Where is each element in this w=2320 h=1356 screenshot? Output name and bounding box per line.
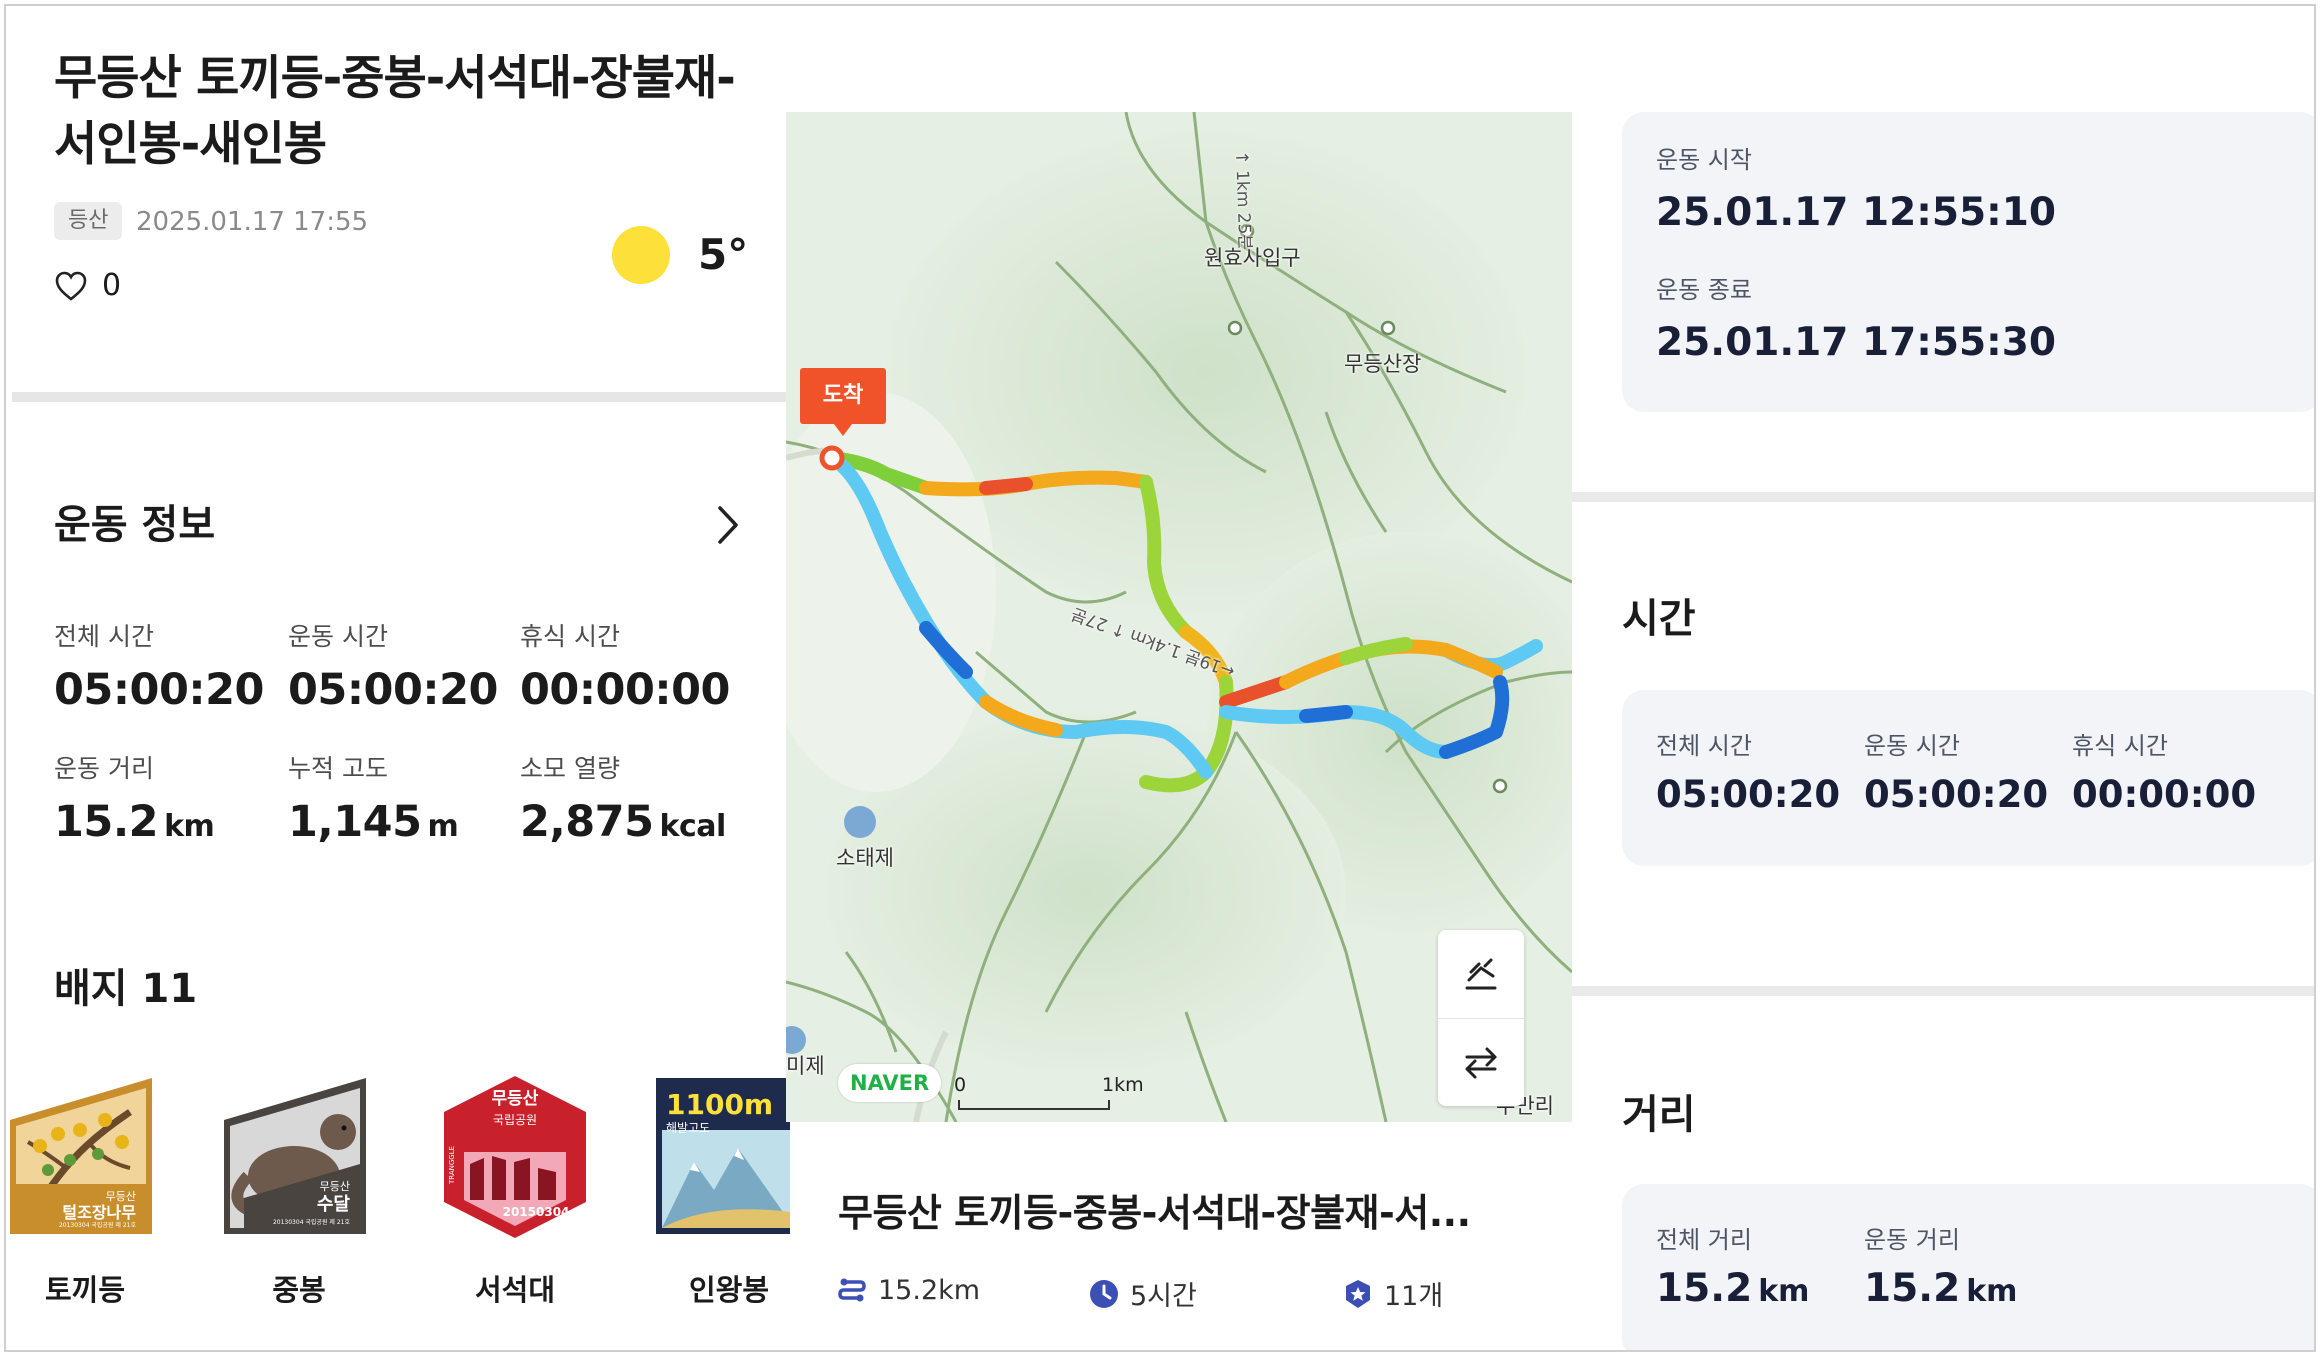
stat-label: 누적 고도 [288,754,388,783]
exercise-info-title: 운동 정보 [54,502,216,548]
like-button[interactable]: 0 [54,268,121,303]
time-range-card: 운동 시작 25.01.17 12:55:10 운동 종료 25.01.17 1… [1622,112,2314,412]
time-label: 휴식 시간 [2072,732,2168,760]
road-label: ↑ 1km 25분 [1231,150,1255,251]
badge-name-jungbong[interactable]: 중봉 [214,1270,384,1310]
elevation-toggle-button[interactable] [1438,930,1524,1018]
badge-text: 수달 [317,1194,351,1215]
stat-value: 00:00:00 [520,665,730,715]
time-card: 전체 시간 05:00:20 운동 시간 05:00:20 휴식 시간 00:0… [1622,690,2314,866]
naver-logo: NAVER [838,1064,942,1102]
distance-section-title: 거리 [1622,1092,1696,1138]
category-badge: 등산 [54,202,123,240]
activity-datetime: 2025.01.17 17:55 [136,207,369,237]
badge-small-text: 20130304 국립공원 제 21호 [273,1218,350,1226]
badge-text: 해발고도 [666,1121,710,1135]
map-label: 소태제 [836,846,894,870]
time-value: 00:00:00 [2072,773,2257,816]
elevation-icon [1465,958,1497,990]
stat-label: 운동 거리 [54,754,154,783]
badge-name-inwangbong[interactable]: 인왕봉 [644,1270,814,1310]
stat-value: 2,875 kcal [520,797,726,847]
stat-elevation: 누적 고도 1,145 m [288,752,498,855]
badge-text-top: 무등산 [492,1089,539,1109]
distance-label: 전체 거리 [1656,1226,1752,1254]
map-label: 미제 [786,1054,825,1078]
route-duration: 5시간 [1088,1274,1197,1313]
scale-km: 1km [1102,1074,1144,1096]
badges-title: 배지 11 [54,966,198,1012]
route-summary-card[interactable]: 무등산 토끼등-중봉-서석대-장불재-서... 15.2km 5시간 11개 [798,1122,1568,1350]
divider [1572,492,2314,502]
stat-label: 소모 열량 [520,754,620,783]
start-label: 운동 시작 [1656,146,1752,174]
badge-name-tokkideung[interactable]: 토끼등 [6,1270,170,1310]
badge-text-top: 무등산 [106,1190,136,1203]
right-panel: 운동 시작 25.01.17 12:55:10 운동 종료 25.01.17 1… [1572,6,2314,1350]
badge-small-text: 20150304 [503,1205,570,1219]
badge-text: 털조장나무 [62,1203,136,1222]
route-title: 무등산 토끼등-중봉-서석대-장불재-서... [838,1191,1471,1235]
start-value: 25.01.17 12:55:10 [1656,190,2057,235]
end-value: 25.01.17 17:55:30 [1656,320,2057,365]
stat-rest-time: 휴식 시간 00:00:00 [520,620,730,718]
stat-value: 15.2 km [54,797,215,847]
stat-value: 1,145 m [288,797,459,847]
time-value: 05:00:20 [1864,773,2049,816]
end-label: 운동 종료 [1656,276,1752,304]
badge-text-top: 1100m [666,1088,773,1121]
badge-name-seoseokdae[interactable]: 서석대 [430,1270,600,1310]
time-label: 운동 시간 [1864,732,1960,760]
badge-small-text: 20130304 국립공원 제 21호 [59,1221,136,1229]
distance-value: 15.2 km [1864,1266,2018,1311]
stat-label: 전체 시간 [54,622,154,651]
stat-total-time: 전체 시간 05:00:20 [54,620,264,718]
route-distance: 15.2km [836,1274,980,1306]
time-value: 05:00:20 [1656,773,1841,816]
route-icon [838,1278,866,1302]
time-section-title: 시간 [1622,596,1696,642]
map-label: 무등산장 [1344,352,1422,376]
arrival-pin[interactable]: 도착 [800,368,886,436]
divider [1572,986,2314,996]
badge-text: 국립공원 [493,1113,537,1127]
badge-side-text: TRANGGLE [448,1146,456,1185]
map-controls [1438,930,1524,1106]
swap-icon [1465,1047,1497,1078]
clock-icon [1090,1279,1118,1308]
activity-title: 무등산 토끼등-중봉-서석대-장불재-서인봉-새인봉 [54,51,736,172]
swap-route-button[interactable] [1438,1018,1524,1106]
route-badge-count: 11개 [1342,1274,1443,1313]
stat-value: 05:00:20 [54,665,264,715]
badge-icon [1346,1279,1370,1308]
badge-otter-icon[interactable]: 무등산 수달 20130304 국립공원 제 21호 [224,1072,374,1242]
badge-text-top: 무등산 [320,1180,350,1193]
stat-label: 휴식 시간 [520,622,620,651]
distance-card: 전체 거리 15.2 km 운동 거리 15.2 km [1622,1184,2314,1350]
scale-bar [958,1100,1110,1110]
sun-icon [612,226,670,284]
route-map[interactable]: 도착 원효사입구 무등산장 소태제 미제 수만리 ↑ 1km 25분 ←19분 … [786,112,1572,1122]
time-label: 전체 시간 [1656,732,1752,760]
badge-park-icon[interactable]: 무등산 국립공원 20150304 TRANGGLE [440,1072,590,1242]
stat-value: 05:00:20 [288,665,498,715]
stat-exercise-time: 운동 시간 05:00:20 [288,620,498,718]
scale-zero: 0 [954,1074,967,1096]
distance-label: 운동 거리 [1864,1226,1960,1254]
distance-value: 15.2 km [1656,1266,1810,1311]
badge-tree-icon[interactable]: 무등산 털조장나무 20130304 국립공원 제 21호 [10,1072,160,1242]
left-panel: 무등산 토끼등-중봉-서석대-장불재-서인봉-새인봉 등산 2025.01.17… [6,6,790,1350]
temperature: 5° [698,230,749,279]
divider [12,392,786,402]
badge-altitude-icon[interactable]: 1100m 해발고도 [650,1072,790,1242]
stat-distance: 운동 거리 15.2 km [54,752,264,855]
like-count: 0 [102,268,122,303]
chevron-right-icon[interactable] [712,502,744,548]
activity-detail-page: 무등산 토끼등-중봉-서석대-장불재-서인봉-새인봉 등산 2025.01.17… [4,4,2316,1352]
heart-icon [55,271,87,301]
stat-label: 운동 시간 [288,622,388,651]
stat-calories: 소모 열량 2,875 kcal [520,752,730,855]
